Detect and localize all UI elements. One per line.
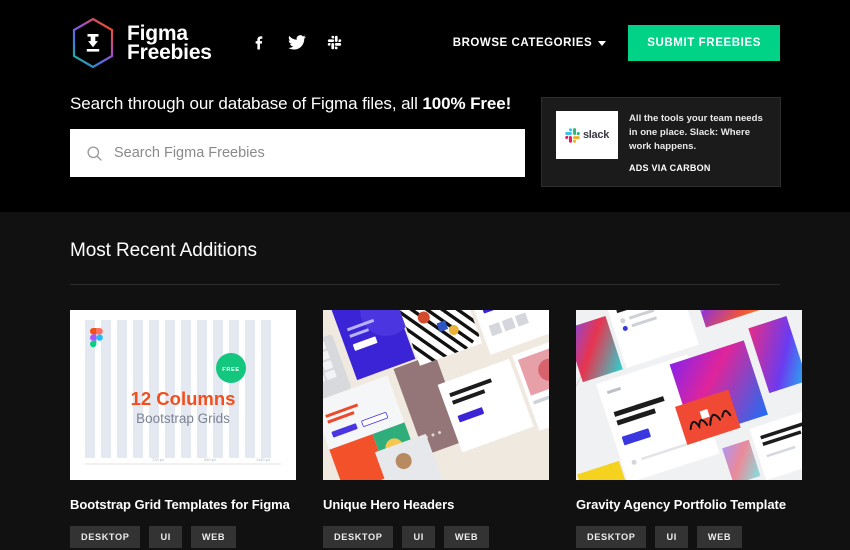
tag-desktop[interactable]: DESKTOP xyxy=(576,526,647,548)
hero-tagline-text: Search through our database of Figma fil… xyxy=(70,94,423,113)
list-item: Gravity Agency Portfolio Template DESKTO… xyxy=(576,310,802,548)
svg-text:Bootstrap Grids: Bootstrap Grids xyxy=(136,411,230,426)
facebook-icon[interactable] xyxy=(250,32,271,53)
svg-text:1140 px: 1140 px xyxy=(256,457,270,462)
hero-headers-preview[interactable] xyxy=(323,310,549,480)
chevron-down-icon xyxy=(598,40,607,46)
tag-desktop[interactable]: DESKTOP xyxy=(70,526,141,548)
browse-categories-label: BROWSE CATEGORIES xyxy=(452,37,593,49)
social-links xyxy=(250,32,345,55)
tag-ui[interactable]: UI xyxy=(402,526,435,548)
search-icon xyxy=(87,145,102,161)
search-column: Search through our database of Figma fil… xyxy=(70,94,525,177)
card-title[interactable]: Bootstrap Grid Templates for Figma xyxy=(70,497,296,512)
tag-ui[interactable]: UI xyxy=(149,526,182,548)
search-box[interactable] xyxy=(70,129,525,177)
slack-wordmark: slack xyxy=(582,129,610,141)
page-title: Most Recent Additions xyxy=(70,240,257,261)
list-item: FREE 12 Columns Bootstrap Grids 720 px 9… xyxy=(70,310,296,548)
card-title[interactable]: Gravity Agency Portfolio Template xyxy=(576,497,802,512)
tag-web[interactable]: WEB xyxy=(696,526,743,548)
twitter-icon[interactable] xyxy=(287,32,308,53)
tag-row: DESKTOP UI WEB xyxy=(576,526,802,548)
tag-ui[interactable]: UI xyxy=(655,526,688,548)
card-title[interactable]: Unique Hero Headers xyxy=(323,497,549,512)
recent-additions-section: Most Recent Additions FREE 12 Columns Bo… xyxy=(0,212,850,550)
section-divider xyxy=(70,284,780,285)
hero-tagline: Search through our database of Figma fil… xyxy=(70,94,525,114)
ad-body: All the tools your team needs in one pla… xyxy=(629,111,766,173)
brand-logo[interactable]: Figma Freebies xyxy=(70,17,212,69)
tag-row: DESKTOP UI WEB xyxy=(323,526,549,548)
bootstrap-grid-preview[interactable]: FREE 12 Columns Bootstrap Grids 720 px 9… xyxy=(70,310,296,480)
svg-text:720 px: 720 px xyxy=(152,457,164,462)
carbon-ad[interactable]: slack All the tools your team needs in o… xyxy=(541,97,781,187)
svg-text:12 Columns: 12 Columns xyxy=(131,388,236,409)
search-input[interactable] xyxy=(114,145,509,161)
browse-categories-menu[interactable]: BROWSE CATEGORIES xyxy=(452,37,607,49)
ad-copy: All the tools your team needs in one pla… xyxy=(629,113,763,152)
slack-ad-logo: slack xyxy=(556,111,618,159)
tag-desktop[interactable]: DESKTOP xyxy=(323,526,394,548)
slack-icon[interactable] xyxy=(324,32,345,53)
tag-web[interactable]: WEB xyxy=(190,526,237,548)
ad-attribution[interactable]: ADS VIA CARBON xyxy=(629,163,766,173)
hero-content-row: Search through our database of Figma fil… xyxy=(0,94,850,187)
hero-section: Figma Freebies BROWSE CATEGORIES SUBMIT … xyxy=(0,0,850,212)
brand-wordmark: Figma Freebies xyxy=(127,23,212,64)
tag-web[interactable]: WEB xyxy=(443,526,490,548)
site-header: Figma Freebies BROWSE CATEGORIES SUBMIT … xyxy=(0,0,850,72)
figma-freebies-hexagon-logo xyxy=(70,17,116,69)
brand-line-2: Freebies xyxy=(127,41,212,64)
submit-freebies-button[interactable]: SUBMIT FREEBIES xyxy=(628,25,780,61)
hero-tagline-emphasis: 100% Free! xyxy=(422,94,512,113)
section-header: Most Recent Additions xyxy=(70,212,780,285)
svg-text:940 px: 940 px xyxy=(204,457,216,462)
gravity-portfolio-preview[interactable] xyxy=(576,310,802,480)
header-actions: BROWSE CATEGORIES SUBMIT FREEBIES xyxy=(453,25,780,61)
card-grid: FREE 12 Columns Bootstrap Grids 720 px 9… xyxy=(70,310,802,548)
tag-row: DESKTOP UI WEB xyxy=(70,526,296,548)
slack-mark-icon xyxy=(565,127,580,143)
list-item: Unique Hero Headers DESKTOP UI WEB xyxy=(323,310,549,548)
svg-text:FREE: FREE xyxy=(222,367,239,373)
